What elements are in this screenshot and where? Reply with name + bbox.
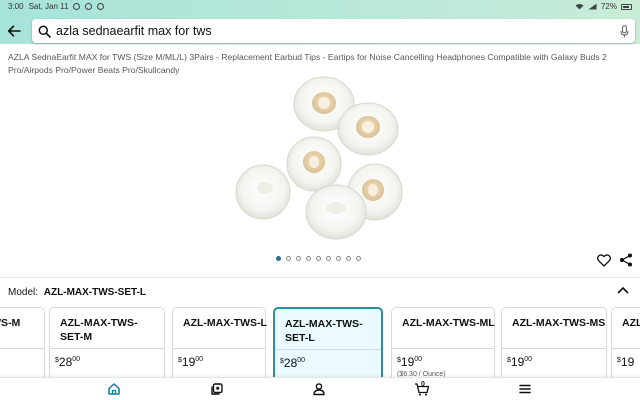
status-bar: 3:00 Sat, Jan 11 72% bbox=[0, 0, 640, 13]
cart-count: 0 bbox=[421, 381, 425, 388]
battery-percent: 72% bbox=[600, 2, 617, 11]
price-whole: 19 bbox=[510, 355, 525, 369]
carousel-dot[interactable] bbox=[325, 256, 331, 261]
variant-divider bbox=[173, 348, 265, 349]
variant-price: $2800 bbox=[280, 356, 305, 370]
variant-divider bbox=[502, 348, 606, 349]
variant-card[interactable]: AZL-MAX-TWS-M bbox=[0, 307, 45, 377]
section-divider bbox=[0, 277, 640, 278]
price-whole: 28 bbox=[283, 356, 298, 370]
model-label: Model: bbox=[8, 287, 39, 298]
variant-divider bbox=[392, 348, 494, 349]
variant-card[interactable]: AZL- $19 bbox=[611, 307, 640, 377]
notification-icon bbox=[85, 3, 93, 10]
variant-price: $1900 bbox=[507, 355, 532, 369]
carousel-dot[interactable] bbox=[305, 256, 311, 261]
price-whole: 19 bbox=[620, 355, 635, 369]
back-button[interactable] bbox=[2, 19, 26, 43]
variant-card[interactable]: AZL-MAX-TWS-L $1900 bbox=[172, 307, 267, 377]
variant-name: AZL-MAX-TWS-SET-M bbox=[60, 317, 138, 343]
search-row: azla sednaearfit max for tws bbox=[0, 18, 640, 44]
variant-price: $19 bbox=[617, 355, 634, 369]
variant-card[interactable]: AZL-MAX-TWS-SET-M $2800 bbox=[49, 307, 165, 377]
carousel-dot[interactable] bbox=[345, 256, 351, 261]
variant-divider bbox=[275, 349, 381, 350]
variant-card[interactable]: AZL-MAX-TWS-SET-L $2800 bbox=[273, 307, 383, 377]
price-whole: 19 bbox=[400, 355, 415, 369]
eartip-4 bbox=[235, 164, 291, 220]
arrow-left-icon bbox=[7, 25, 21, 37]
variant-name: AZL- bbox=[622, 317, 640, 329]
wifi-icon bbox=[575, 4, 584, 10]
price-fraction: 00 bbox=[297, 357, 306, 364]
search-input[interactable]: azla sednaearfit max for tws bbox=[56, 24, 620, 38]
bottom-navigation: 0 bbox=[0, 377, 640, 400]
price-fraction: 00 bbox=[72, 356, 81, 363]
notification-icon bbox=[73, 3, 81, 10]
variant-price: $1900 bbox=[397, 355, 422, 369]
model-value: AZL-MAX-TWS-SET-L bbox=[43, 287, 146, 298]
variant-name: AZL-MAX-TWS-ML bbox=[402, 317, 495, 329]
variant-name: AZL-MAX-TWS-L bbox=[183, 317, 267, 329]
menu-icon[interactable] bbox=[518, 382, 532, 396]
variant-name: AZL-MAX-TWS-MS bbox=[512, 317, 606, 329]
eartip-3 bbox=[286, 136, 342, 192]
eartip-2 bbox=[337, 102, 399, 156]
variant-price: $2800 bbox=[55, 355, 80, 369]
price-fraction: 00 bbox=[414, 356, 423, 363]
carousel-dot[interactable] bbox=[275, 256, 281, 261]
eartip-6 bbox=[305, 184, 367, 240]
variant-card[interactable]: AZL-MAX-TWS-ML $1900 ($6.30 / Ounce) bbox=[391, 307, 495, 377]
status-time: 3:00 bbox=[8, 2, 24, 11]
share-icon[interactable] bbox=[619, 253, 633, 267]
carousel-dot[interactable] bbox=[315, 256, 321, 261]
carousel-dot[interactable] bbox=[355, 256, 361, 261]
account-icon[interactable] bbox=[312, 382, 326, 396]
mic-icon[interactable] bbox=[620, 24, 629, 38]
battery-icon bbox=[621, 3, 632, 10]
heart-icon[interactable] bbox=[597, 254, 611, 267]
variant-divider bbox=[50, 348, 164, 349]
image-carousel-dots[interactable] bbox=[0, 256, 640, 261]
carousel-dot[interactable] bbox=[285, 256, 291, 261]
signal-icon bbox=[588, 3, 597, 10]
variant-card[interactable]: AZL-MAX-TWS-MS $1900 bbox=[501, 307, 607, 377]
variant-divider bbox=[0, 348, 44, 349]
carousel-dot[interactable] bbox=[335, 256, 341, 261]
notification-icon bbox=[97, 3, 105, 10]
carousel-dot[interactable] bbox=[295, 256, 301, 261]
chevron-up-icon[interactable] bbox=[617, 285, 629, 295]
home-icon[interactable] bbox=[107, 382, 121, 396]
variant-price: $1900 bbox=[178, 355, 203, 369]
model-selector-header[interactable]: Model: AZL-MAX-TWS-SET-L bbox=[8, 287, 146, 298]
price-fraction: 00 bbox=[195, 356, 204, 363]
you-icon[interactable] bbox=[210, 382, 224, 396]
variant-name: AZL-MAX-TWS-SET-L bbox=[285, 318, 363, 344]
price-whole: 19 bbox=[181, 355, 196, 369]
search-box[interactable]: azla sednaearfit max for tws bbox=[32, 19, 635, 43]
variant-carousel: AZL-MAX-TWS-MAZL-MAX-TWS-SET-M$2800AZL-M… bbox=[0, 307, 640, 377]
variant-divider bbox=[612, 348, 640, 349]
product-image[interactable] bbox=[235, 74, 410, 244]
status-date: Sat, Jan 11 bbox=[28, 2, 69, 11]
variant-name: AZL-MAX-TWS-M bbox=[0, 317, 21, 329]
price-whole: 28 bbox=[58, 355, 73, 369]
cart-button[interactable]: 0 bbox=[414, 381, 430, 396]
price-fraction: 00 bbox=[524, 356, 533, 363]
search-icon bbox=[38, 25, 51, 38]
